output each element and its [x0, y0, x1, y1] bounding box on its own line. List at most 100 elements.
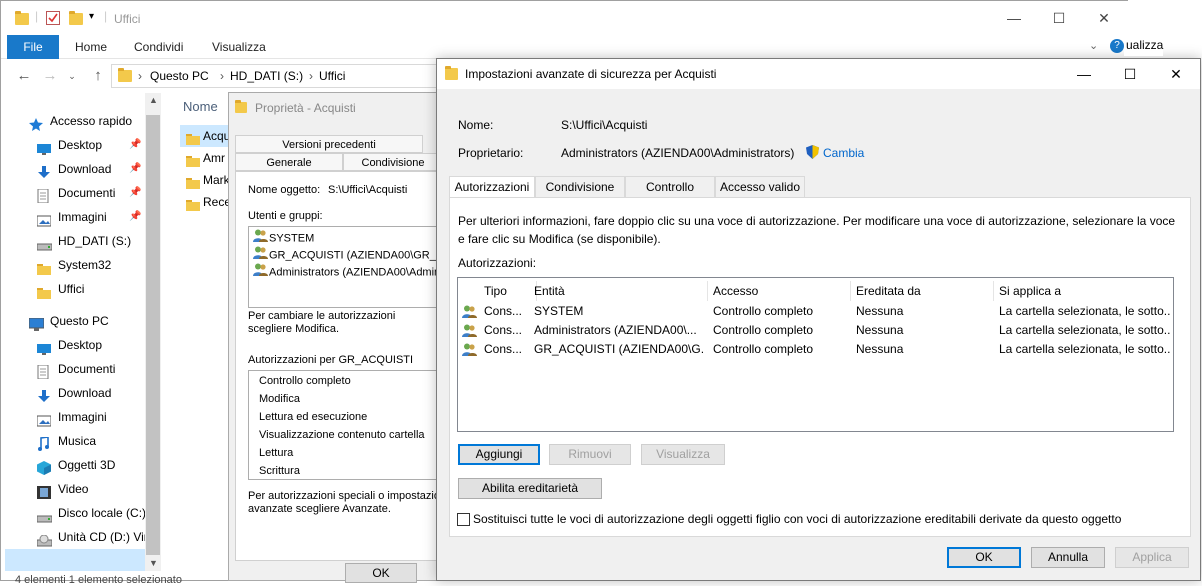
new-folder-icon[interactable] — [69, 11, 83, 25]
list-item[interactable]: Mark — [180, 169, 230, 191]
users-icon — [462, 305, 477, 318]
tab-home[interactable]: Home — [75, 35, 107, 59]
tab-file[interactable]: File — [7, 35, 59, 59]
perms-label: Autorizzazioni per GR_ACQUISTI — [248, 354, 414, 366]
ok-button[interactable]: OK — [345, 563, 417, 583]
list-item: Lettura — [259, 447, 294, 459]
sidebar-item-label: Unità CD (D:) Vir — [58, 530, 148, 544]
sidebar-item[interactable]: Immagini — [1, 405, 145, 429]
table-row[interactable]: Cons... SYSTEM Controllo completo Nessuna La… — [458, 302, 1173, 321]
breadcrumb-this-pc[interactable]: Questo PC — [150, 69, 209, 83]
sidebar-item[interactable]: Unità CD (D:) Vir — [1, 525, 148, 549]
breadcrumb-folder[interactable]: Uffici — [319, 69, 345, 83]
change-owner-link[interactable]: Cambia — [823, 146, 864, 160]
object-name-label: Nome oggetto: — [248, 184, 321, 196]
column-header-entity[interactable]: Entità — [528, 281, 708, 301]
list-item[interactable]: Amr — [180, 147, 230, 169]
sidebar-item[interactable]: Desktop 📌 — [1, 133, 145, 157]
tab-sharing[interactable]: Condivisione — [535, 176, 625, 198]
sidebar-item[interactable]: Video — [1, 477, 145, 501]
list-item[interactable]: Acqu — [180, 125, 230, 147]
table-cell: Nessuna — [856, 342, 904, 356]
help-icon[interactable]: ? — [1110, 39, 1124, 53]
back-arrow-icon[interactable]: ← — [15, 67, 33, 85]
groups-list[interactable]: SYSTEM GR_ACQUISTI (AZIENDA00\GR_ Administ… — [248, 226, 450, 308]
pin-icon[interactable]: 📌 — [129, 157, 141, 181]
sidebar-item[interactable]: Accesso rapido — [1, 109, 145, 133]
forward-arrow-icon[interactable]: → — [41, 67, 59, 85]
tab-share[interactable]: Condividi — [134, 35, 183, 59]
up-arrow-icon[interactable]: ↑ — [89, 67, 107, 85]
users-icon — [462, 343, 477, 356]
sidebar-item[interactable]: Questo PC — [1, 309, 145, 333]
images-icon — [36, 211, 52, 227]
nav-scrollbar[interactable]: ▲ ▼ — [145, 93, 161, 571]
breadcrumb-drive[interactable]: HD_DATI (S:) — [230, 69, 303, 83]
column-header-applies-to[interactable]: Si applica a — [993, 281, 1173, 301]
minimize-icon[interactable]: — — [1061, 59, 1107, 89]
scroll-up-icon[interactable]: ▲ — [149, 95, 158, 105]
sidebar-item[interactable]: HD_DATI (S:) — [1, 229, 145, 253]
sidebar-item[interactable]: Documenti 📌 — [1, 181, 145, 205]
maximize-icon[interactable]: ☐ — [1107, 59, 1153, 89]
sidebar-item[interactable]: Uffici — [1, 277, 145, 301]
sidebar-item[interactable]: Oggetti 3D — [1, 453, 145, 477]
column-header-inherited-from[interactable]: Ereditata da — [850, 281, 994, 301]
ok-button[interactable]: OK — [947, 547, 1021, 568]
ribbon-expand-icon[interactable]: ⌄ — [1089, 39, 1098, 52]
enable-inheritance-button[interactable]: Abilita ereditarietà — [458, 478, 602, 499]
column-header-name[interactable]: Nome — [183, 99, 218, 114]
close-icon[interactable]: ✕ — [1081, 3, 1127, 33]
sidebar-item[interactable]: System32 — [1, 253, 145, 277]
sidebar-item[interactable]: Musica — [1, 429, 145, 453]
sidebar-item[interactable]: Documenti — [1, 357, 145, 381]
sidebar-item[interactable]: Desktop — [1, 333, 145, 357]
status-bar: 4 elementi 1 elemento selezionato — [15, 574, 182, 586]
tab-permissions[interactable]: Autorizzazioni — [449, 176, 535, 199]
column-header-access[interactable]: Accesso — [707, 281, 851, 301]
maximize-icon[interactable]: ☐ — [1036, 3, 1082, 33]
list-item[interactable]: Administrators (AZIENDA00\Admin — [253, 263, 440, 280]
list-item-label: SYSTEM — [269, 232, 315, 245]
quick-access-dropdown-icon[interactable]: ▾ — [89, 11, 94, 22]
properties-icon[interactable] — [46, 11, 60, 25]
sidebar-item[interactable]: Download — [1, 381, 145, 405]
list-item[interactable]: GR_ACQUISTI (AZIENDA00\GR_ — [253, 246, 436, 263]
table-row[interactable]: Cons... GR_ACQUISTI (AZIENDA00\G... Contro… — [458, 340, 1173, 359]
add-button[interactable]: Aggiungi — [458, 444, 540, 465]
tab-general[interactable]: Generale — [235, 153, 343, 171]
apply-button[interactable]: Applica — [1115, 547, 1189, 568]
close-icon[interactable]: ✕ — [1153, 59, 1199, 89]
replace-child-permissions-checkbox[interactable] — [457, 513, 470, 526]
list-item[interactable]: Rece — [180, 191, 230, 213]
pin-icon[interactable]: 📌 — [129, 205, 141, 229]
breadcrumb-separator: › — [138, 69, 142, 83]
cancel-button[interactable]: Annulla — [1031, 547, 1105, 568]
minimize-icon[interactable]: — — [991, 3, 1037, 33]
remove-button[interactable]: Rimuovi — [549, 444, 631, 465]
list-item[interactable]: SYSTEM — [253, 229, 314, 246]
sidebar-item[interactable]: Download 📌 — [1, 157, 145, 181]
list-item-label: Mark — [203, 173, 230, 187]
replace-child-permissions-label[interactable]: Sostituisci tutte le voci di autorizzazi… — [473, 512, 1121, 526]
sidebar-item[interactable]: Immagini 📌 — [1, 205, 145, 229]
address-bar[interactable]: › Questo PC › HD_DATI (S:) › Uffici — [111, 64, 441, 88]
tab-previous-versions[interactable]: Versioni precedenti — [235, 135, 423, 153]
tab-auditing[interactable]: Controllo — [625, 176, 715, 198]
permissions-grid[interactable]: Tipo Entità Accesso Ereditata da Si appl… — [457, 277, 1174, 432]
pin-icon[interactable]: 📌 — [129, 133, 141, 157]
table-row[interactable]: Cons... Administrators (AZIENDA00\... Cont… — [458, 321, 1173, 340]
recent-dropdown-icon[interactable]: ⌄ — [63, 67, 81, 85]
list-item: Lettura ed esecuzione — [259, 411, 368, 423]
pin-icon[interactable]: 📌 — [129, 181, 141, 205]
tab-effective-access[interactable]: Accesso valido — [715, 176, 805, 198]
sidebar-item[interactable]: Disco locale (C:) — [1, 501, 146, 525]
scroll-down-icon[interactable]: ▼ — [149, 558, 158, 568]
tab-sharing[interactable]: Condivisione — [343, 153, 443, 171]
scrollbar-thumb[interactable] — [146, 115, 160, 555]
tab-view[interactable]: Visualizza — [212, 35, 266, 59]
perms-list[interactable]: Controllo completo Modifica Lettura ed ese… — [248, 370, 450, 480]
sidebar-item-label: Desktop — [58, 338, 103, 352]
view-button[interactable]: Visualizza — [641, 444, 725, 465]
desktop-icon — [37, 339, 51, 355]
